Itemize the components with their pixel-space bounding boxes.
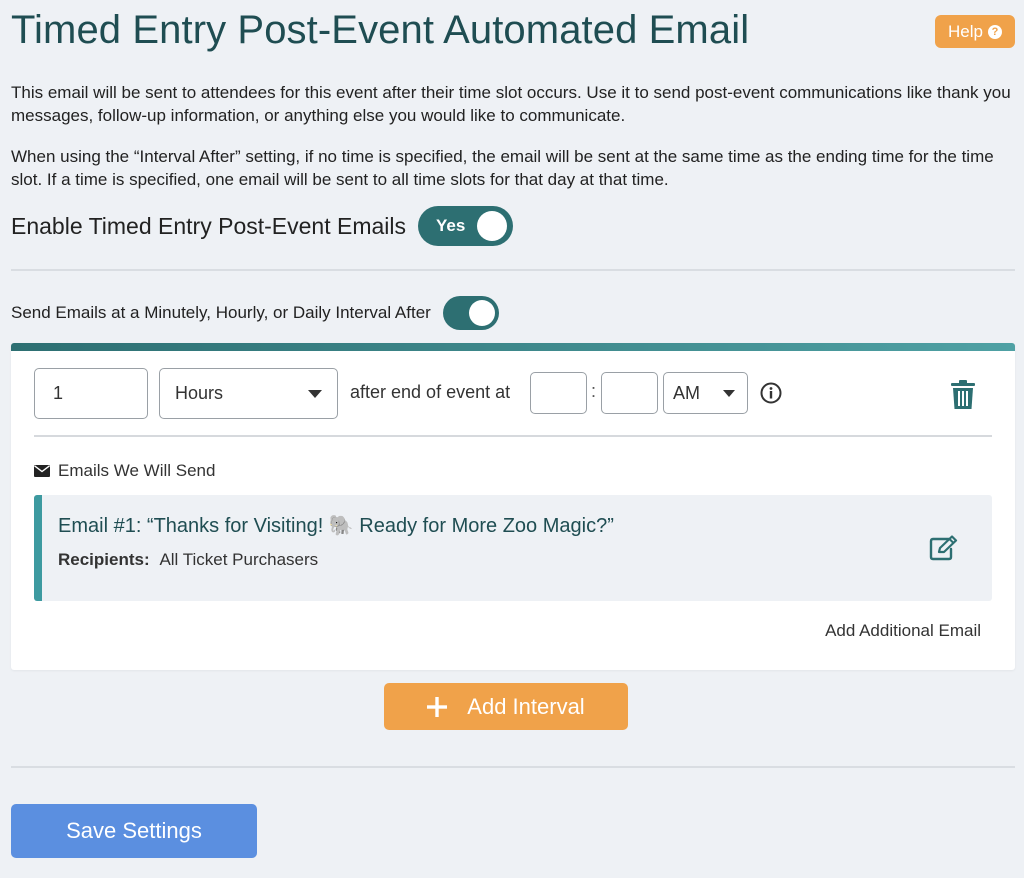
save-settings-button[interactable]: Save Settings	[11, 804, 257, 858]
emails-heading: Emails We Will Send	[34, 461, 215, 481]
page-title: Timed Entry Post-Event Automated Email	[11, 8, 750, 52]
toggle-knob	[468, 300, 495, 326]
recipients-label: Recipients:	[58, 550, 150, 569]
intro-paragraph: This email will be sent to attendees for…	[11, 83, 1011, 125]
enable-toggle[interactable]: Yes	[418, 206, 513, 246]
edit-icon[interactable]	[929, 535, 959, 561]
card-accent-bar	[11, 343, 1015, 351]
email-title: Email #1: “Thanks for Visiting! 🐘 Ready …	[58, 515, 614, 537]
question-circle-icon: ?	[987, 24, 1002, 39]
toggle-knob	[477, 211, 507, 241]
section-divider	[11, 269, 1015, 271]
meridiem-select[interactable]: AM	[663, 372, 748, 414]
card-divider	[34, 435, 992, 437]
email-recipients: Recipients: All Ticket Purchasers	[58, 550, 318, 570]
interval-setting-label: Send Emails at a Minutely, Hourly, or Da…	[11, 303, 431, 322]
add-additional-email-link[interactable]: Add Additional Email	[825, 621, 981, 641]
caret-down-icon	[308, 389, 322, 398]
help-label: Help	[948, 21, 983, 41]
caret-down-icon	[723, 389, 735, 397]
section-divider	[11, 766, 1015, 768]
enable-label: Enable Timed Entry Post-Event Emails	[11, 212, 406, 239]
enable-row: Enable Timed Entry Post-Event Emails Yes	[11, 206, 513, 246]
help-button[interactable]: Help ?	[935, 15, 1015, 48]
email-list-item: Email #1: “Thanks for Visiting! 🐘 Ready …	[34, 495, 992, 601]
interval-amount-input[interactable]	[34, 368, 148, 419]
trash-icon[interactable]	[950, 380, 976, 410]
hour-input[interactable]	[530, 372, 587, 414]
unit-select-value: Hours	[175, 383, 224, 403]
interval-card: Hours after end of event at : AM Emails …	[11, 343, 1015, 670]
minute-input[interactable]	[601, 372, 658, 414]
meridiem-value: AM	[673, 382, 700, 403]
interval-toggle[interactable]	[442, 296, 499, 330]
interval-explanation: When using the “Interval After” setting,…	[11, 147, 994, 189]
interval-unit-select[interactable]: Hours	[159, 368, 338, 419]
interval-setting-row: Send Emails at a Minutely, Hourly, or Da…	[11, 295, 499, 331]
toggle-yes-label: Yes	[436, 216, 466, 235]
add-interval-label: Add Interval	[467, 693, 585, 719]
add-interval-button[interactable]: Add Interval	[384, 683, 628, 730]
plus-icon	[427, 696, 448, 717]
emails-heading-label: Emails We Will Send	[58, 461, 216, 480]
time-separator: :	[591, 381, 597, 401]
info-icon[interactable]	[760, 382, 782, 404]
after-end-label: after end of event at	[350, 382, 511, 402]
envelope-icon	[34, 465, 50, 477]
recipients-value: All Ticket Purchasers	[159, 550, 319, 569]
